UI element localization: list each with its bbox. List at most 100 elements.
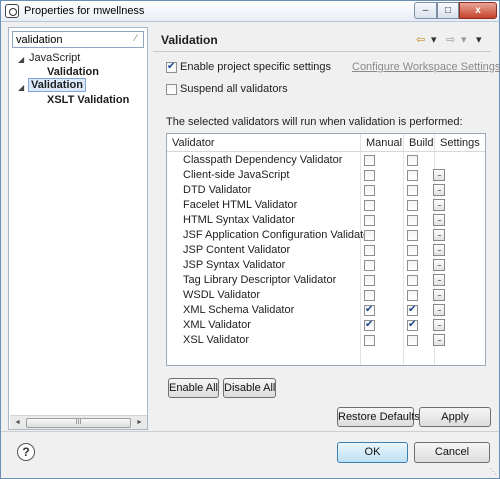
table-row[interactable]: XSL Validator...	[167, 333, 485, 348]
build-checkbox[interactable]	[407, 319, 418, 331]
forward-arrow-icon[interactable]: ⇨	[446, 33, 455, 46]
enable-project-settings-checkbox[interactable]	[166, 61, 177, 73]
validator-name: Client-side JavaScript	[183, 169, 290, 181]
page-title: Validation	[161, 33, 218, 47]
manual-checkbox[interactable]	[364, 319, 375, 331]
view-menu-icon[interactable]: ▾	[476, 33, 482, 46]
expand-arrow-icon[interactable]: ◢	[18, 83, 24, 92]
restore-defaults-button[interactable]: Restore Defaults	[337, 407, 420, 427]
table-row[interactable]: Classpath Dependency Validator	[167, 153, 485, 168]
build-checkbox[interactable]	[407, 170, 418, 181]
build-checkbox[interactable]	[407, 245, 418, 256]
manual-checkbox[interactable]	[364, 335, 375, 346]
clear-filter-icon[interactable]: ∕	[130, 33, 142, 45]
table-row[interactable]: WSDL Validator...	[167, 288, 485, 303]
tree-item-validation[interactable]: Validation	[28, 78, 86, 92]
manual-checkbox[interactable]	[364, 304, 375, 316]
validator-name: WSDL Validator	[183, 289, 261, 301]
validator-settings-button[interactable]: ...	[433, 244, 445, 256]
validator-settings-button[interactable]: ...	[433, 334, 445, 346]
ok-button[interactable]: OK	[337, 442, 408, 463]
enable-all-button[interactable]: Enable All	[168, 378, 219, 398]
back-arrow-icon[interactable]: ⇦	[416, 33, 425, 46]
table-row[interactable]: JSF Application Configuration Validator.…	[167, 228, 485, 243]
manual-checkbox[interactable]	[364, 290, 375, 301]
build-checkbox[interactable]	[407, 304, 418, 316]
manual-checkbox[interactable]	[364, 215, 375, 226]
scroll-left-icon[interactable]: ◄	[11, 417, 24, 429]
manual-checkbox[interactable]	[364, 260, 375, 271]
minimize-button[interactable]: –	[414, 2, 437, 19]
tree-item-javascript[interactable]: JavaScript	[29, 52, 80, 64]
tree-item-javascript-validation[interactable]: Validation	[47, 66, 99, 78]
manual-checkbox[interactable]	[364, 275, 375, 286]
validator-name: HTML Syntax Validator	[183, 214, 295, 226]
table-row[interactable]: Client-side JavaScript...	[167, 168, 485, 183]
build-checkbox[interactable]	[407, 230, 418, 241]
back-menu-icon[interactable]: ▾	[431, 33, 437, 46]
close-button[interactable]: x	[459, 2, 497, 19]
tree-item-xslt-validation[interactable]: XSLT Validation	[47, 94, 129, 106]
column-header-build[interactable]: Build	[409, 137, 433, 149]
title-bar: Properties for mwellness – □ x	[1, 1, 499, 22]
validator-settings-button[interactable]: ...	[433, 274, 445, 286]
validator-settings-button[interactable]: ...	[433, 169, 445, 181]
build-checkbox[interactable]	[407, 290, 418, 301]
manual-checkbox[interactable]	[364, 245, 375, 256]
manual-checkbox[interactable]	[364, 170, 375, 181]
build-checkbox[interactable]	[407, 260, 418, 271]
validation-page: Validation ⇦ ▾ ⇨ ▾ ▾ Enable project spec…	[153, 27, 500, 430]
build-checkbox[interactable]	[407, 200, 418, 211]
table-row[interactable]: JSP Content Validator...	[167, 243, 485, 258]
validator-name: Classpath Dependency Validator	[183, 154, 343, 166]
build-checkbox[interactable]	[407, 185, 418, 196]
filter-input[interactable]	[12, 31, 144, 48]
manual-checkbox[interactable]	[364, 230, 375, 241]
forward-menu-icon[interactable]: ▾	[461, 33, 467, 46]
apply-button[interactable]: Apply	[419, 407, 491, 427]
horizontal-scrollbar[interactable]: ◄ III ►	[10, 415, 147, 429]
disable-all-button[interactable]: Disable All	[223, 378, 276, 398]
properties-dialog: Properties for mwellness – □ x ∕ ◢ JavaS…	[0, 0, 500, 479]
validator-settings-button[interactable]: ...	[433, 184, 445, 196]
resize-grip-icon[interactable]: ⋱	[489, 467, 497, 476]
manual-checkbox[interactable]	[364, 200, 375, 211]
table-row[interactable]: XML Validator...	[167, 318, 485, 333]
validator-name: Tag Library Descriptor Validator	[183, 274, 337, 286]
maximize-button[interactable]: □	[437, 2, 459, 19]
build-checkbox[interactable]	[407, 155, 418, 166]
validator-settings-button[interactable]: ...	[433, 319, 445, 331]
suspend-all-checkbox[interactable]	[166, 84, 177, 95]
scroll-thumb[interactable]: III	[26, 418, 131, 428]
title-divider	[153, 51, 491, 52]
validator-settings-button[interactable]: ...	[433, 259, 445, 271]
table-row[interactable]: JSP Syntax Validator...	[167, 258, 485, 273]
build-checkbox[interactable]	[407, 335, 418, 346]
validator-name: JSP Content Validator	[183, 244, 291, 256]
validator-name: XML Validator	[183, 319, 251, 331]
column-header-settings[interactable]: Settings	[440, 137, 480, 149]
validator-name: JSP Syntax Validator	[183, 259, 286, 271]
validator-settings-button[interactable]: ...	[433, 304, 445, 316]
table-row[interactable]: DTD Validator...	[167, 183, 485, 198]
validator-settings-button[interactable]: ...	[433, 199, 445, 211]
help-icon[interactable]: ?	[17, 443, 35, 461]
manual-checkbox[interactable]	[364, 155, 375, 166]
cancel-button[interactable]: Cancel	[414, 442, 490, 463]
app-icon	[5, 4, 19, 18]
scroll-right-icon[interactable]: ►	[133, 417, 146, 429]
table-row[interactable]: Tag Library Descriptor Validator...	[167, 273, 485, 288]
table-row[interactable]: HTML Syntax Validator...	[167, 213, 485, 228]
column-header-validator[interactable]: Validator	[172, 137, 215, 149]
build-checkbox[interactable]	[407, 215, 418, 226]
table-row[interactable]: XML Schema Validator...	[167, 303, 485, 318]
build-checkbox[interactable]	[407, 275, 418, 286]
column-header-manual[interactable]: Manual	[366, 137, 402, 149]
validator-settings-button[interactable]: ...	[433, 229, 445, 241]
configure-workspace-settings-link[interactable]: Configure Workspace Settings...	[352, 61, 500, 73]
table-row[interactable]: Facelet HTML Validator...	[167, 198, 485, 213]
manual-checkbox[interactable]	[364, 185, 375, 196]
expand-arrow-icon[interactable]: ◢	[18, 55, 24, 64]
validator-settings-button[interactable]: ...	[433, 214, 445, 226]
validator-settings-button[interactable]: ...	[433, 289, 445, 301]
